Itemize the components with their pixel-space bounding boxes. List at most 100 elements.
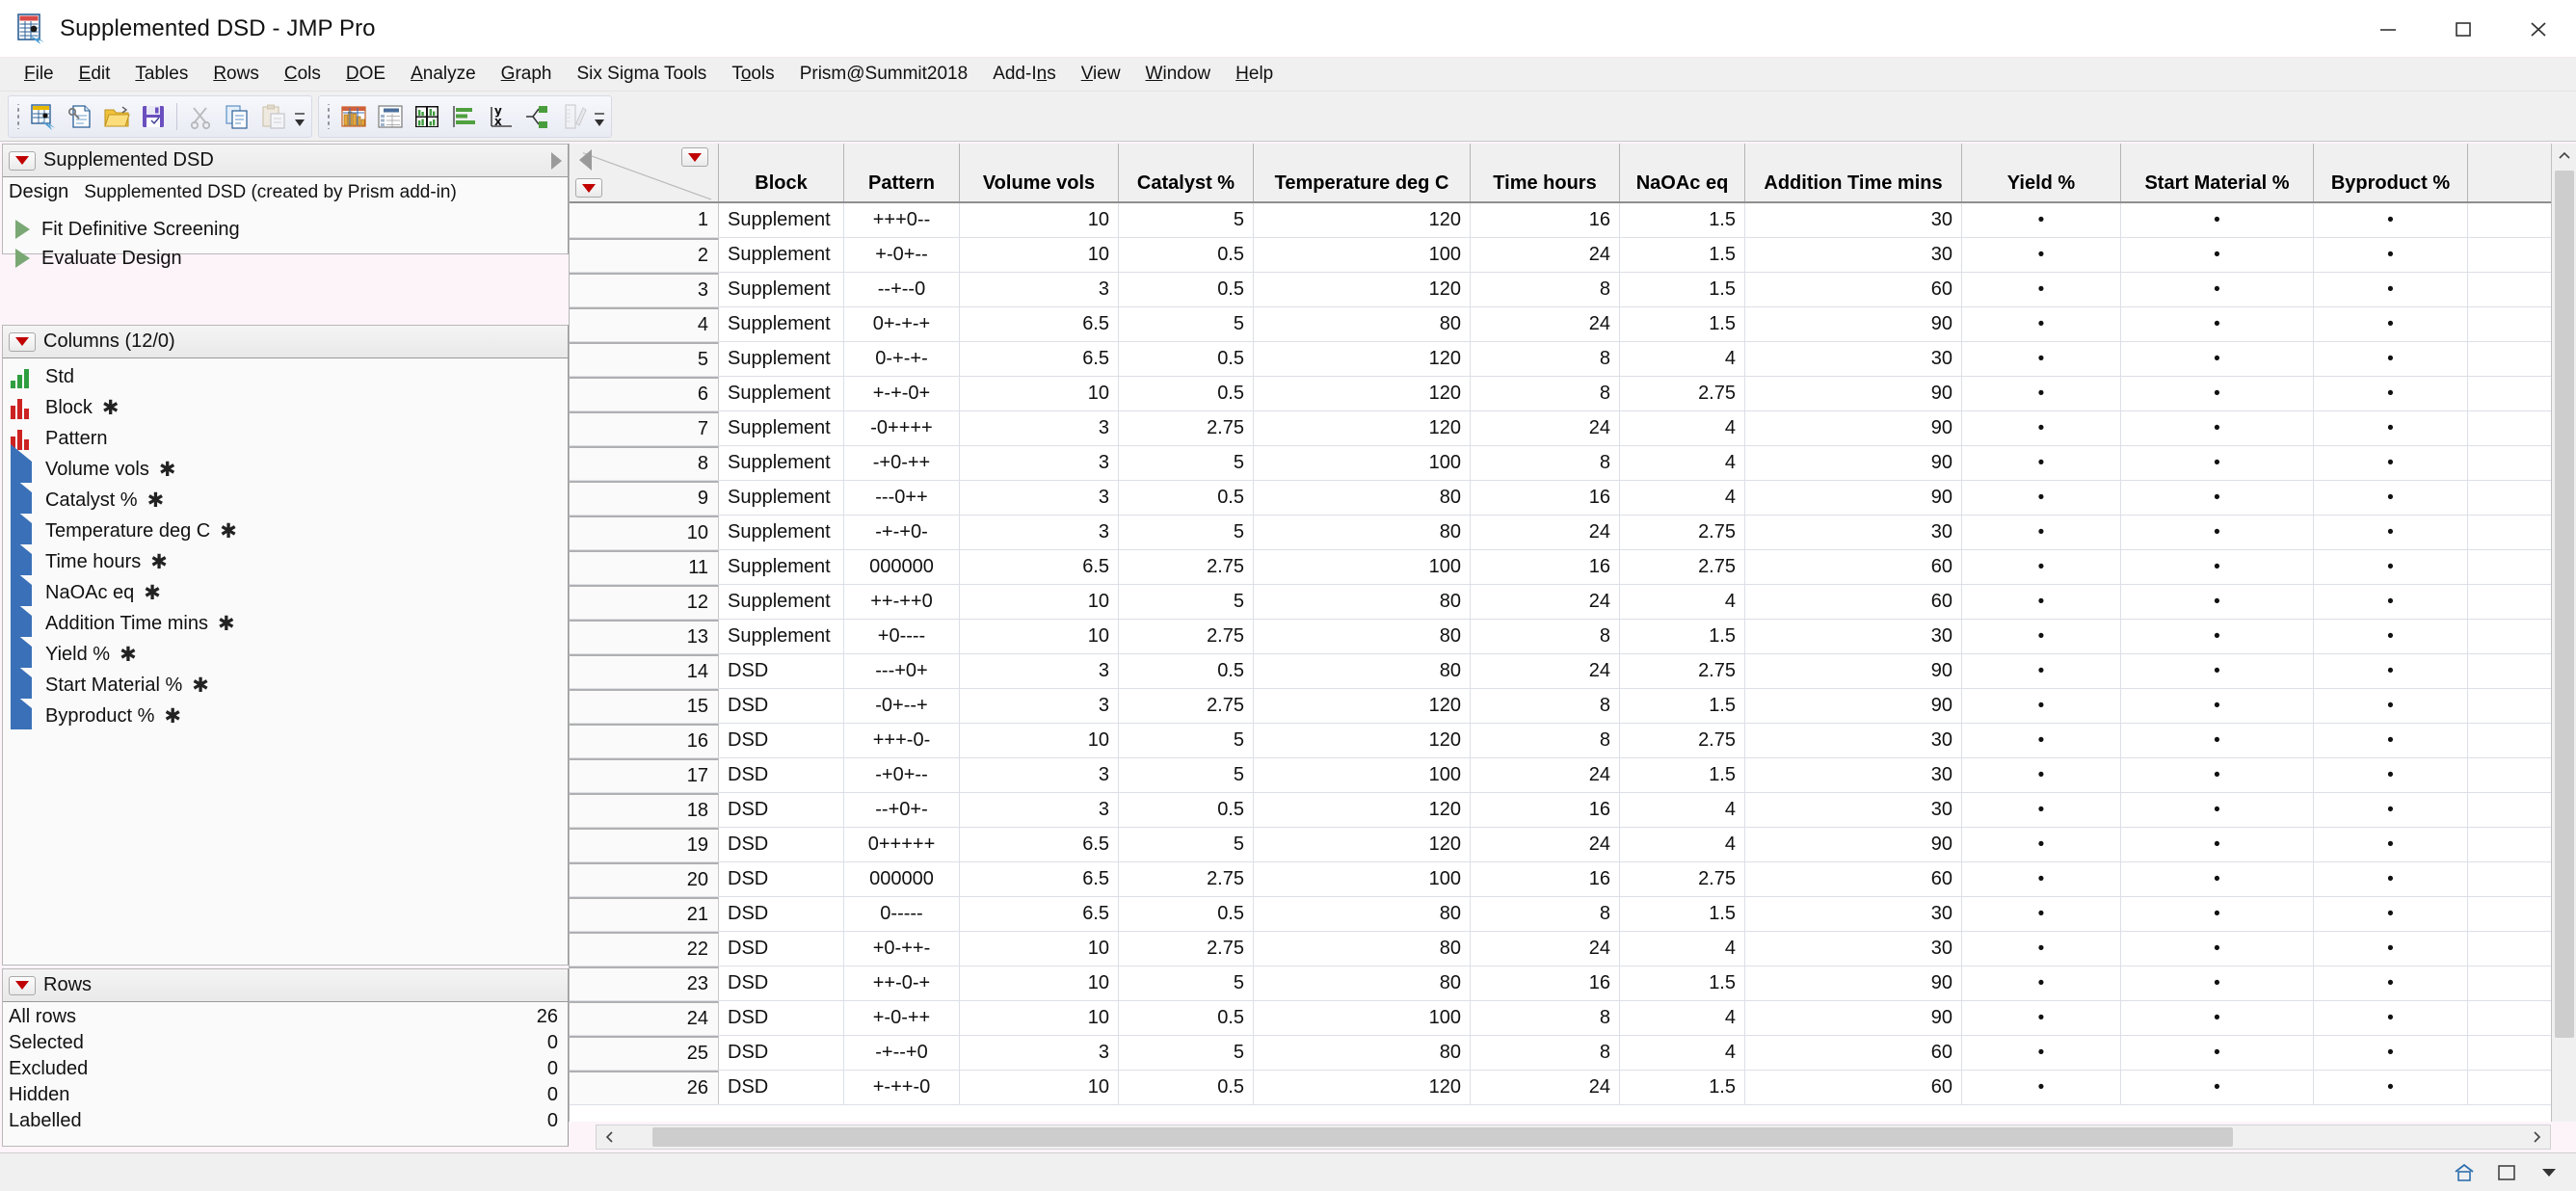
table-cell[interactable]: 80 [1254, 585, 1471, 619]
table-cell[interactable]: 30 [1745, 516, 1962, 549]
table-cell[interactable]: 24 [1471, 585, 1620, 619]
table-cell[interactable]: 2.75 [1119, 550, 1254, 584]
table-cell[interactable]: 0.5 [1119, 481, 1254, 515]
table-cell[interactable]: DSD [719, 828, 844, 861]
table-cell[interactable]: 90 [1745, 481, 1962, 515]
table-cell[interactable]: 60 [1745, 585, 1962, 619]
table-cell[interactable]: 2.75 [1119, 932, 1254, 966]
table-cell[interactable]: 8 [1471, 1036, 1620, 1070]
row-number-cell[interactable]: 15 [570, 689, 719, 723]
table-cell[interactable]: 1.5 [1620, 238, 1745, 272]
table-cell[interactable]: 0.5 [1119, 342, 1254, 376]
table-cell[interactable]: ---+0+ [844, 654, 960, 688]
grid-corner-cell[interactable] [570, 144, 719, 201]
table-cell[interactable]: 90 [1745, 307, 1962, 341]
table-cell[interactable]: • [2314, 550, 2468, 584]
column-item-std[interactable]: Std [3, 361, 568, 392]
table-cell[interactable]: 10 [960, 724, 1119, 757]
table-cell[interactable]: 120 [1254, 342, 1471, 376]
table-cell[interactable]: 30 [1745, 238, 1962, 272]
table-cell[interactable]: 1.5 [1620, 203, 1745, 237]
table-cell[interactable]: • [1962, 1071, 2121, 1104]
table-cell[interactable]: 16 [1471, 862, 1620, 896]
table-cell[interactable]: 3 [960, 481, 1119, 515]
table-cell[interactable]: Supplement [719, 550, 844, 584]
table-cell[interactable]: • [2121, 1036, 2314, 1070]
table-cell[interactable]: • [2121, 585, 2314, 619]
table-cell[interactable]: 60 [1745, 550, 1962, 584]
table-cell[interactable]: DSD [719, 1036, 844, 1070]
table-cell[interactable]: • [1962, 307, 2121, 341]
paste-icon[interactable] [255, 98, 292, 135]
close-button[interactable] [2501, 0, 2576, 58]
scroll-right-arrow-icon[interactable] [2523, 1125, 2550, 1149]
table-cell[interactable]: 8 [1471, 446, 1620, 480]
window-list-button[interactable] [2530, 1157, 2568, 1188]
table-row[interactable]: 2 Supplement +-0+-- 10 0.5 100 24 1.5 30 • • • [570, 238, 2551, 273]
table-cell[interactable]: • [1962, 203, 2121, 237]
row-number-cell[interactable]: 5 [570, 342, 719, 376]
table-cell[interactable]: • [1962, 273, 2121, 306]
table-cell[interactable]: 0.5 [1119, 377, 1254, 410]
menu-window[interactable]: Window [1133, 61, 1224, 88]
table-cell[interactable]: 1.5 [1620, 273, 1745, 306]
table-cell[interactable]: DSD [719, 1071, 844, 1104]
table-cell[interactable]: 100 [1254, 550, 1471, 584]
rows-summary-all[interactable]: All rows 26 [3, 1004, 568, 1030]
table-cell[interactable]: • [2314, 585, 2468, 619]
table-cell[interactable]: • [2121, 516, 2314, 549]
table-cell[interactable]: 10 [960, 203, 1119, 237]
table-cell[interactable]: • [2314, 446, 2468, 480]
table-cell[interactable]: 5 [1119, 724, 1254, 757]
table-row[interactable]: 23 DSD ++-0-+ 10 5 80 16 1.5 90 • • • [570, 966, 2551, 1001]
row-number-cell[interactable]: 4 [570, 307, 719, 341]
table-cell[interactable]: DSD [719, 897, 844, 931]
table-cell[interactable]: 6.5 [960, 862, 1119, 896]
distribution-icon[interactable] [335, 98, 372, 135]
table-cell[interactable]: 80 [1254, 1036, 1471, 1070]
table-cell[interactable]: • [1962, 689, 2121, 723]
table-cell[interactable]: 120 [1254, 1071, 1471, 1104]
table-cell[interactable]: 10 [960, 585, 1119, 619]
table-cell[interactable]: • [1962, 1001, 2121, 1035]
rows-summary-labelled[interactable]: Labelled 0 [3, 1108, 568, 1134]
menu-tables[interactable]: Tables [122, 61, 200, 88]
menu-prism-summit[interactable]: Prism@Summit2018 [787, 61, 981, 88]
row-number-cell[interactable]: 21 [570, 897, 719, 931]
table-cell[interactable]: 10 [960, 377, 1119, 410]
row-number-cell[interactable]: 25 [570, 1036, 719, 1070]
row-number-cell[interactable]: 19 [570, 828, 719, 861]
table-cell[interactable]: 6.5 [960, 897, 1119, 931]
vertical-scroll-track[interactable] [2551, 1038, 2576, 1122]
menu-graph[interactable]: Graph [489, 61, 565, 88]
table-cell[interactable]: Supplement [719, 620, 844, 653]
table-cell[interactable]: 24 [1471, 516, 1620, 549]
table-cell[interactable]: • [2314, 758, 2468, 792]
table-row[interactable]: 21 DSD 0----- 6.5 0.5 80 8 1.5 30 • • • [570, 897, 2551, 932]
table-cell[interactable]: 0-+-+- [844, 342, 960, 376]
toolbar-overflow-button-2[interactable] [592, 98, 607, 135]
table-cell[interactable]: • [2121, 966, 2314, 1000]
column-header-naoac-eq[interactable]: NaOAc eq [1620, 144, 1745, 201]
table-cell[interactable]: 8 [1471, 724, 1620, 757]
menu-tools[interactable]: Tools [719, 61, 786, 88]
table-cell[interactable]: ++-++0 [844, 585, 960, 619]
menu-edit[interactable]: Edit [66, 61, 123, 88]
table-cell[interactable]: • [1962, 828, 2121, 861]
table-cell[interactable]: +++0-- [844, 203, 960, 237]
vertical-scroll-thumb[interactable] [2554, 171, 2574, 1038]
table-cell[interactable]: 90 [1745, 1001, 1962, 1035]
table-cell[interactable]: 4 [1620, 1036, 1745, 1070]
table-cell[interactable]: 80 [1254, 307, 1471, 341]
table-cell[interactable]: • [2314, 481, 2468, 515]
table-cell[interactable]: 1.5 [1620, 758, 1745, 792]
table-cell[interactable]: 120 [1254, 828, 1471, 861]
column-item-naoac-eq[interactable]: NaOAc eq ✱ [3, 568, 568, 608]
rows-summary-selected[interactable]: Selected 0 [3, 1030, 568, 1056]
table-row[interactable]: 22 DSD +0-++- 10 2.75 80 24 4 30 • • • [570, 932, 2551, 966]
table-cell[interactable]: 30 [1745, 620, 1962, 653]
table-cell[interactable]: 8 [1471, 897, 1620, 931]
table-cell[interactable]: 0.5 [1119, 897, 1254, 931]
row-number-cell[interactable]: 7 [570, 411, 719, 445]
table-cell[interactable]: 6.5 [960, 828, 1119, 861]
